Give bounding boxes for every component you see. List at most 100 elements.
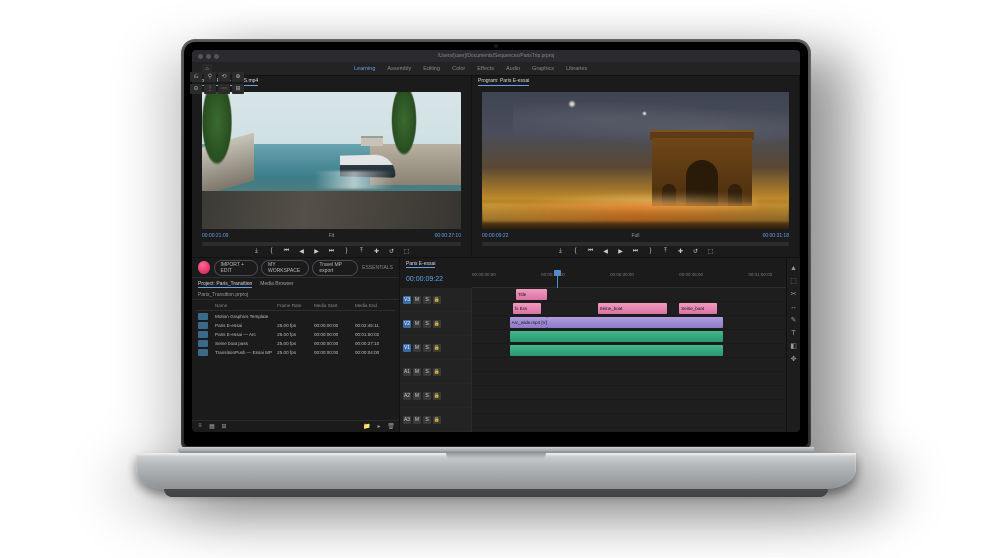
transport-button[interactable]: ↺ [387,247,396,256]
time-ruler[interactable]: 00:00:00:0000:00:15:0000:00:30:0000:00:4… [472,270,786,288]
program-tc-out[interactable]: 00:00:31:18 [763,233,789,239]
trash-icon[interactable]: 🗑 [387,423,395,431]
mute-button[interactable]: M [413,344,421,352]
freeform-view-icon[interactable]: ⊞ [220,423,228,431]
transport-button[interactable]: ⤒ [357,247,366,256]
timeline-clip[interactable]: Arc_wide.mp4 [V] [510,317,548,328]
track-toggle[interactable]: A1 [403,368,411,376]
workspace-color[interactable]: Color [452,66,465,72]
timeline-clip[interactable]: Seine_boat [679,303,717,314]
workspace-effects[interactable]: Effects [477,66,494,72]
new-item-icon[interactable]: ▸ [375,423,383,431]
playhead-timecode[interactable]: 00:00:09:22 [406,276,443,283]
transport-button[interactable]: ◀ [297,247,306,256]
workspace-graphics[interactable]: Graphics [532,66,554,72]
timeline-tool-button[interactable]: ⚲ [204,72,216,82]
tool-button[interactable]: T [789,329,798,338]
timeline-clip[interactable]: fx Ess [513,303,541,314]
program-scrubber[interactable] [482,242,789,246]
mute-button[interactable]: M [413,392,421,400]
program-viewer[interactable] [482,92,789,229]
workspace-libraries[interactable]: Libraries [566,66,587,72]
workspace-editing[interactable]: Editing [423,66,440,72]
track-toggle[interactable]: A3 [403,416,411,424]
sequence-tab[interactable]: Paris E-essai [406,261,435,268]
track-header-A1[interactable]: A1MS🔒 [400,360,471,384]
transport-button[interactable]: ⏭ [631,247,640,256]
source-tc-in[interactable]: 00:00:21:09 [202,233,228,239]
bin-row[interactable]: Motion Graphics Template [196,312,395,321]
transport-button[interactable]: ▶ [616,247,625,256]
column-header[interactable]: Name [215,303,274,308]
timeline-clip[interactable]: Seine_boat [598,303,667,314]
track-header-V3[interactable]: V3MS🔒 [400,288,471,312]
project-tab[interactable]: Media Browser [260,281,293,287]
list-view-icon[interactable]: ≡ [196,423,204,431]
bin-row[interactable]: Seine boat pass25.00 fps00:00:00:0000:00… [196,339,395,348]
program-fit[interactable]: Full [631,233,639,239]
traffic-lights[interactable] [198,54,219,59]
source-viewer[interactable] [202,92,461,229]
transport-button[interactable]: ⏭ [327,247,336,256]
source-tc-out[interactable]: 00:00:27:10 [435,233,461,239]
mute-button[interactable]: M [413,368,421,376]
transport-button[interactable]: ✚ [372,247,381,256]
bin-row[interactable]: Paris E-essai25.00 fps00:00:00:0000:02:4… [196,321,395,330]
timeline-clip[interactable] [510,331,724,342]
column-header[interactable]: Media End [355,303,393,308]
timeline-tool-button[interactable]: ⋯ [218,84,230,94]
track-toggle[interactable]: V2 [403,320,411,328]
solo-button[interactable]: S [423,320,431,328]
transport-button[interactable]: ⏮ [282,247,291,256]
track-header-A2[interactable]: A2MS🔒 [400,384,471,408]
timeline-clip[interactable] [547,317,723,328]
track-header-V1[interactable]: V1MS🔒 [400,336,471,360]
lock-icon[interactable]: 🔒 [433,344,441,352]
timeline-clip[interactable] [510,345,724,356]
column-header[interactable]: Media Start [314,303,352,308]
timeline-tool-button[interactable]: ⟲ [218,72,230,82]
mute-button[interactable]: M [413,296,421,304]
lock-icon[interactable]: 🔒 [433,392,441,400]
transport-button[interactable]: } [342,247,351,256]
tool-button[interactable]: ✎ [789,316,798,325]
track-lanes[interactable]: Titlefx EssSeine_boatSeine_boatArc_wide.… [472,288,786,432]
transport-button[interactable]: ⬚ [706,247,715,256]
transport-button[interactable]: } [646,247,655,256]
solo-button[interactable]: S [423,344,431,352]
lock-icon[interactable]: 🔒 [433,416,441,424]
tool-button[interactable]: ⬚ [789,277,798,286]
transport-button[interactable]: ▶ [312,247,321,256]
timeline-tool-button[interactable]: ⋮ [204,84,216,94]
source-scrubber[interactable] [202,242,461,246]
timeline-tool-button[interactable]: ⊖ [192,84,202,94]
bin-row[interactable]: Paris E-essai — Arc25.00 fps00:00:00:000… [196,330,395,339]
tool-button[interactable]: ↔ [789,303,798,312]
transport-button[interactable]: { [267,247,276,256]
transport-button[interactable]: ⤓ [556,247,565,256]
lock-icon[interactable]: 🔒 [433,320,441,328]
column-header[interactable]: Frame Rate [277,303,311,308]
mute-button[interactable]: M [413,320,421,328]
workspace-learning[interactable]: Learning [354,66,375,72]
transport-button[interactable]: ↺ [691,247,700,256]
icon-view-icon[interactable]: ▦ [208,423,216,431]
timeline-tool-button[interactable]: ⊞ [232,84,244,94]
solo-button[interactable]: S [423,392,431,400]
track-header-A3[interactable]: A3MS🔒 [400,408,471,432]
solo-button[interactable]: S [423,368,431,376]
source-fit[interactable]: Fit [329,233,335,239]
workspace-chip[interactable]: Travel MP export [312,260,358,276]
bin-path[interactable]: Paris_Transition.prproj [198,292,248,298]
transport-button[interactable]: ⤒ [661,247,670,256]
lock-icon[interactable]: 🔒 [433,368,441,376]
transport-button[interactable]: ⤓ [252,247,261,256]
track-toggle[interactable]: V1 [403,344,411,352]
transport-button[interactable]: ◀ [601,247,610,256]
program-tab[interactable]: Program: Paris E-essai [478,78,529,86]
transport-button[interactable]: ✚ [676,247,685,256]
workspace-chip[interactable]: MY WORKSPACE [261,260,309,276]
tool-button[interactable]: ◧ [789,342,798,351]
tool-button[interactable]: ✥ [789,355,798,364]
tool-button[interactable]: ▲ [789,264,798,273]
